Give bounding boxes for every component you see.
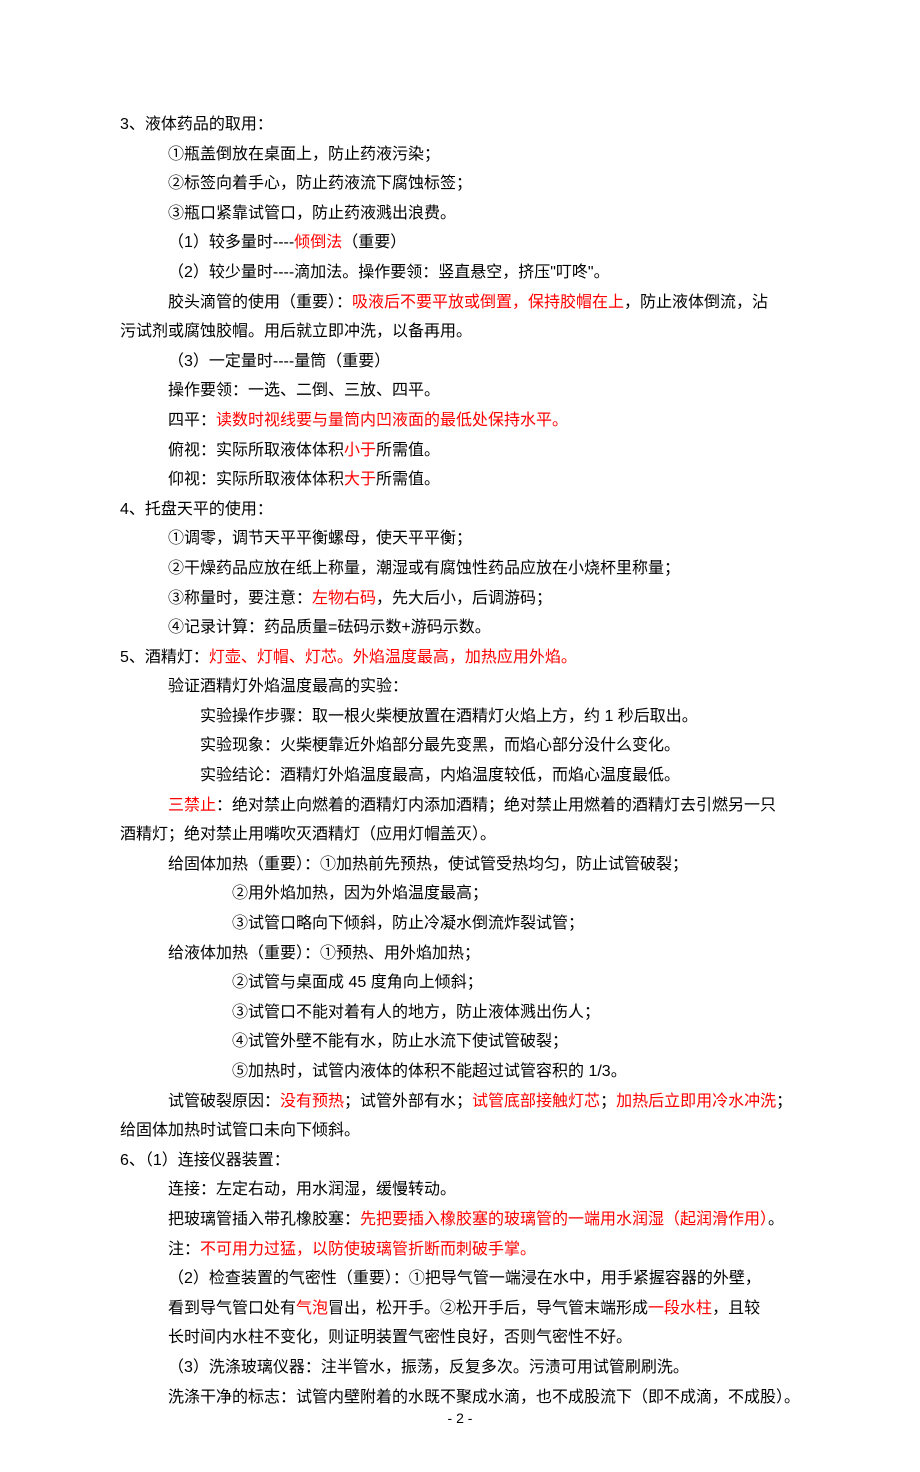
text-line: 把玻璃管插入带孔橡胶塞：先把要插入橡胶塞的玻璃管的一端用水润湿（起润滑作用）。 <box>120 1205 800 1235</box>
text-line: 俯视：实际所取液体体积小于所需值。 <box>120 436 800 466</box>
text-line: ①调零，调节天平平衡螺母，使天平平衡； <box>120 524 800 554</box>
text-line: （3）一定量时----量筒（重要） <box>120 347 800 377</box>
text-line: 仰视：实际所取液体体积大于所需值。 <box>120 465 800 495</box>
text-line: 实验结论：酒精灯外焰温度最高，内焰温度较低，而焰心温度最低。 <box>120 761 800 791</box>
text-line: （2）检查装置的气密性（重要）：①把导气管一端浸在水中，用手紧握容器的外壁， <box>120 1264 800 1294</box>
text-line: 给液体加热（重要）：①预热、用外焰加热； <box>120 939 800 969</box>
text-line: （3）洗涤玻璃仪器：注半管水，振荡，反复多次。污渍可用试管刷刷洗。 <box>120 1353 800 1383</box>
text-line: 酒精灯；绝对禁止用嘴吹灭酒精灯（应用灯帽盖灭）。 <box>120 820 800 850</box>
text-line: 污试剂或腐蚀胶帽。用后就立即冲洗，以备再用。 <box>120 317 800 347</box>
text-line: 注：不可用力过猛，以防使玻璃管折断而刺破手掌。 <box>120 1235 800 1265</box>
text-line: ②干燥药品应放在纸上称量，潮湿或有腐蚀性药品应放在小烧杯里称量； <box>120 554 800 584</box>
text-line: 操作要领：一选、二倒、三放、四平。 <box>120 376 800 406</box>
text-line: ④试管外壁不能有水，防止水流下使试管破裂； <box>120 1027 800 1057</box>
text-line: 实验现象：火柴梗靠近外焰部分最先变黑，而焰心部分没什么变化。 <box>120 731 800 761</box>
text-line: 三禁止：绝对禁止向燃着的酒精灯内添加酒精；绝对禁止用燃着的酒精灯去引燃另一只 <box>120 791 800 821</box>
text-line: 给固体加热时试管口未向下倾斜。 <box>120 1116 800 1146</box>
section-3-heading: 3、液体药品的取用： <box>120 110 800 140</box>
text-line: ②试管与桌面成 45 度角向上倾斜； <box>120 968 800 998</box>
text-line: （1）较多量时----倾倒法（重要） <box>120 228 800 258</box>
text-line: ②标签向着手心，防止药液流下腐蚀标签； <box>120 169 800 199</box>
text-line: 给固体加热（重要）：①加热前先预热，使试管受热均匀，防止试管破裂； <box>120 850 800 880</box>
section-4-heading: 4、托盘天平的使用： <box>120 495 800 525</box>
text-line: 长时间内水柱不变化，则证明装置气密性良好，否则气密性不好。 <box>120 1323 800 1353</box>
text-line: 看到导气管口处有气泡冒出，松开手。②松开手后，导气管末端形成一段水柱，且较 <box>120 1294 800 1324</box>
text-line: ③称量时，要注意：左物右码，先大后小，后调游码； <box>120 584 800 614</box>
text-line: ①瓶盖倒放在桌面上，防止药液污染； <box>120 140 800 170</box>
page-number: - 2 - <box>0 1406 920 1432</box>
text-line: ③试管口不能对着有人的地方，防止液体溅出伤人； <box>120 998 800 1028</box>
text-line: 胶头滴管的使用（重要）：吸液后不要平放或倒置，保持胶帽在上，防止液体倒流，沾 <box>120 288 800 318</box>
text-line: 试管破裂原因：没有预热；试管外部有水；试管底部接触灯芯；加热后立即用冷水冲洗； <box>120 1087 800 1117</box>
text-line: ③瓶口紧靠试管口，防止药液溅出浪费。 <box>120 199 800 229</box>
text-line: ②用外焰加热，因为外焰温度最高； <box>120 879 800 909</box>
text-line: ④记录计算：药品质量=砝码示数+游码示数。 <box>120 613 800 643</box>
text-line: （2）较少量时----滴加法。操作要领：竖直悬空，挤压"叮咚"。 <box>120 258 800 288</box>
text-line: ⑤加热时，试管内液体的体积不能超过试管容积的 1/3。 <box>120 1057 800 1087</box>
text-line: 实验操作步骤：取一根火柴梗放置在酒精灯火焰上方，约 1 秒后取出。 <box>120 702 800 732</box>
text-line: 四平：读数时视线要与量筒内凹液面的最低处保持水平。 <box>120 406 800 436</box>
text-line: ③试管口略向下倾斜，防止冷凝水倒流炸裂试管； <box>120 909 800 939</box>
section-6-heading: 6、（1）连接仪器装置： <box>120 1146 800 1176</box>
document-page: 3、液体药品的取用： ①瓶盖倒放在桌面上，防止药液污染； ②标签向着手心，防止药… <box>0 0 920 1472</box>
text-line: 验证酒精灯外焰温度最高的实验： <box>120 672 800 702</box>
section-5-heading: 5、酒精灯：灯壶、灯帽、灯芯。外焰温度最高，加热应用外焰。 <box>120 643 800 673</box>
text-line: 连接：左定右动，用水润湿，缓慢转动。 <box>120 1175 800 1205</box>
